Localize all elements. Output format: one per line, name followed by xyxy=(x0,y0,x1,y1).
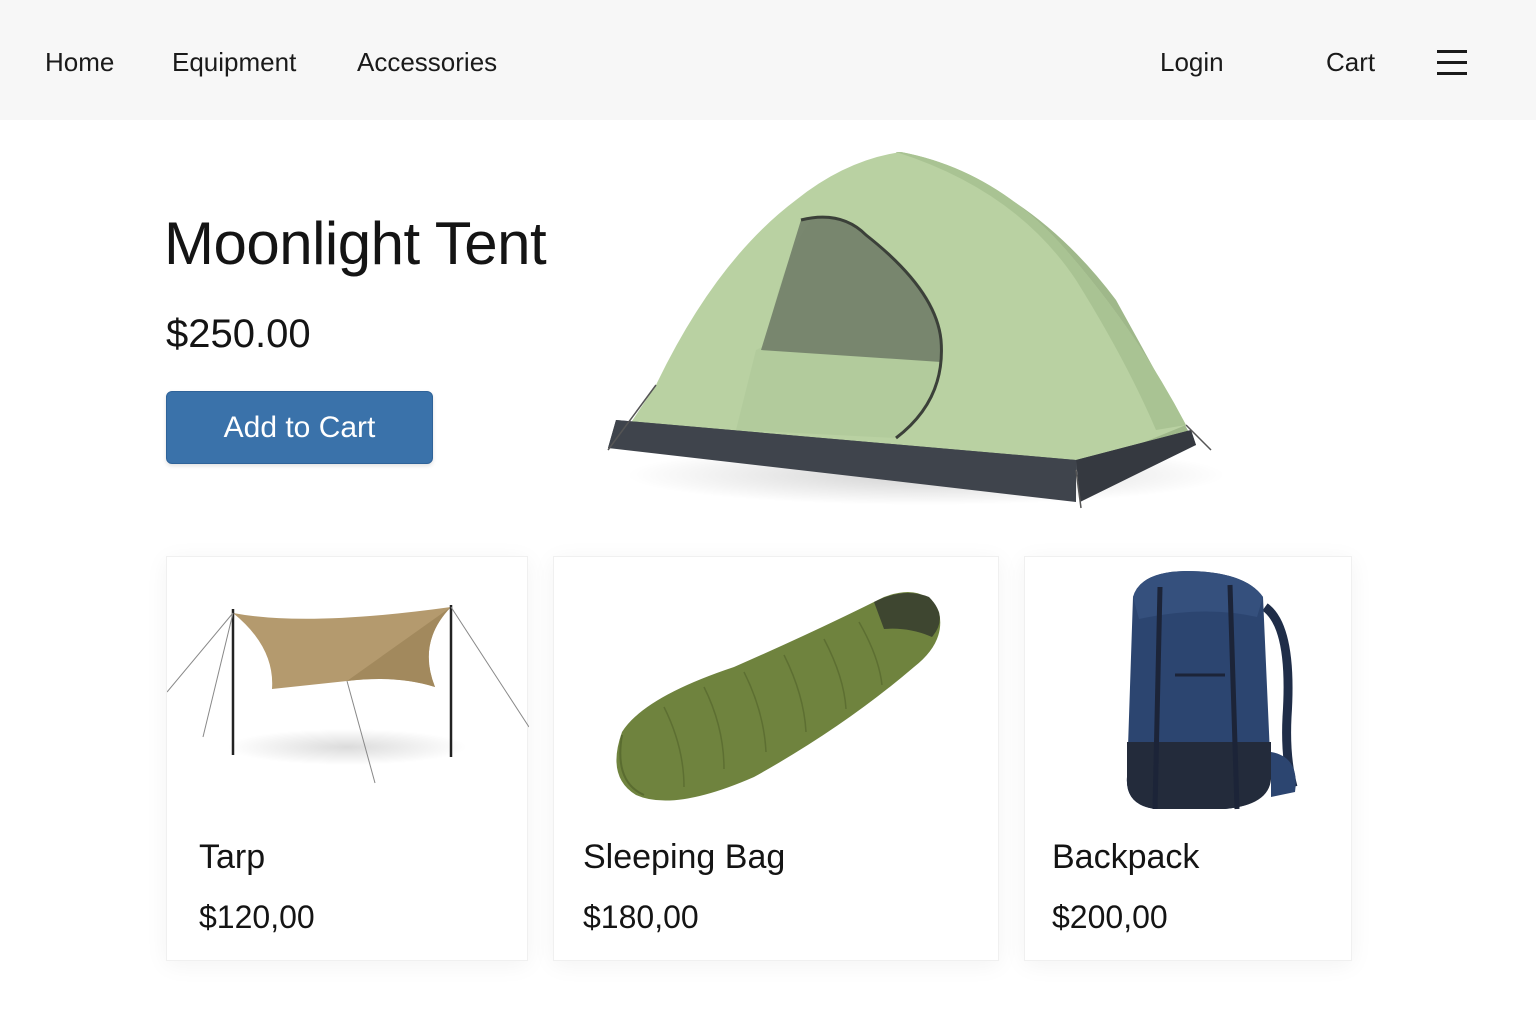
hamburger-menu-icon[interactable] xyxy=(1437,48,1467,76)
tent-image xyxy=(607,152,1226,509)
tarp-image xyxy=(167,605,529,784)
cart-link[interactable]: Cart xyxy=(1326,44,1375,80)
product-price: $200,00 xyxy=(1052,899,1168,935)
add-to-cart-button[interactable]: Add to Cart xyxy=(166,391,433,464)
product-price: $120,00 xyxy=(199,899,315,935)
product-name: Backpack xyxy=(1052,838,1200,876)
product-name: Sleeping Bag xyxy=(583,838,786,876)
sleeping-bag-image xyxy=(616,592,941,801)
nav-link-equipment[interactable]: Equipment xyxy=(172,44,296,80)
backpack-image xyxy=(1126,571,1298,810)
navbar: Home Equipment Accessories Login Cart xyxy=(0,0,1536,120)
product-card-backpack[interactable]: Backpack $200,00 xyxy=(1024,556,1352,961)
product-price: $250.00 xyxy=(166,312,311,356)
login-link[interactable]: Login xyxy=(1160,44,1224,80)
product-price: $180,00 xyxy=(583,899,699,935)
product-card-tarp[interactable]: Tarp $120,00 xyxy=(166,556,529,961)
nav-link-home[interactable]: Home xyxy=(45,44,114,80)
product-card-sleeping-bag[interactable]: Sleeping Bag $180,00 xyxy=(553,556,999,961)
product-name: Tarp xyxy=(199,838,266,876)
product-title: Moonlight Tent xyxy=(164,210,547,277)
nav-link-accessories[interactable]: Accessories xyxy=(357,44,497,80)
